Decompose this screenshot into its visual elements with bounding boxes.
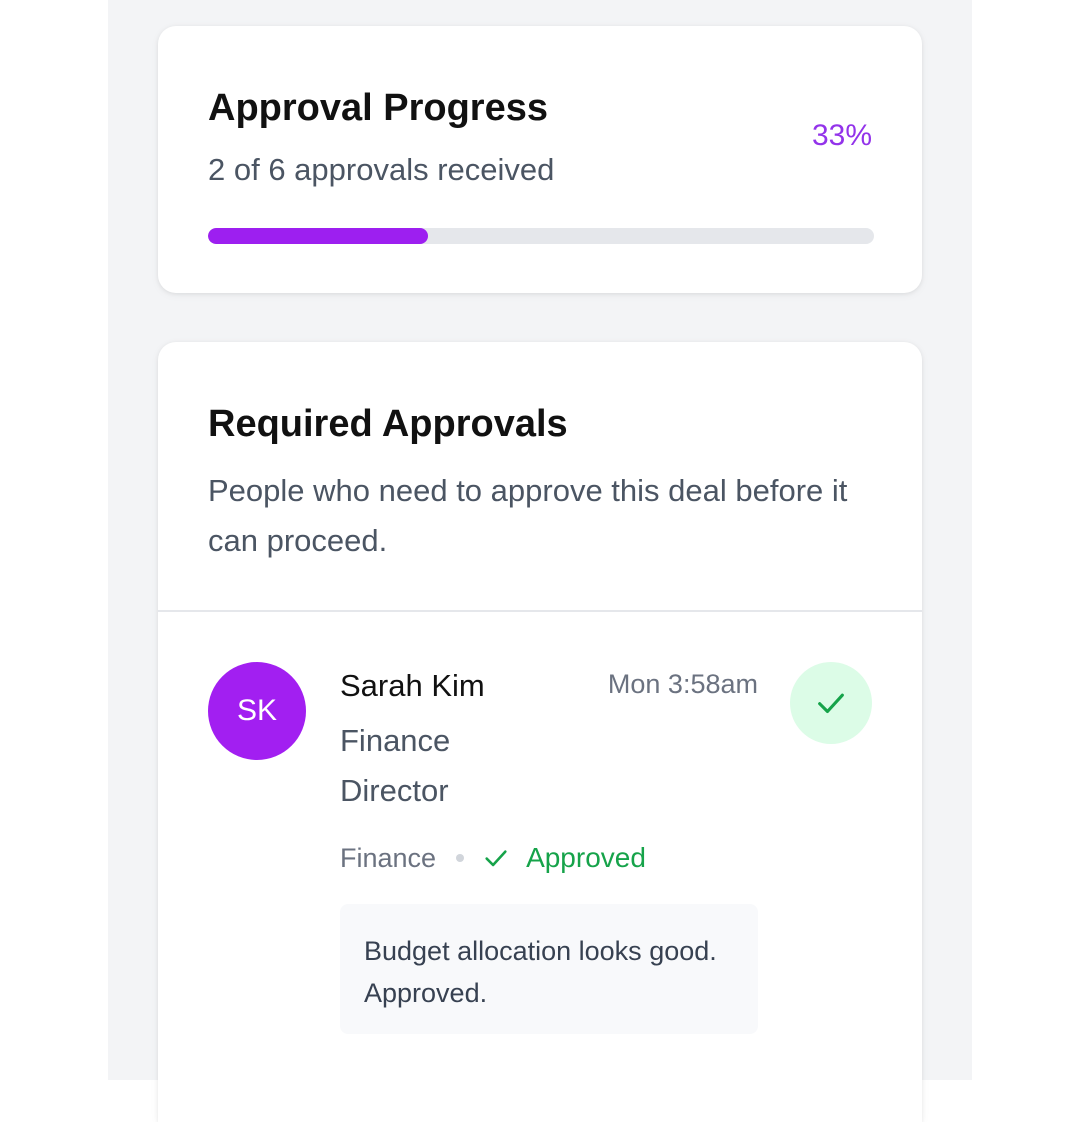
check-icon [482, 844, 510, 872]
approvals-description: People who need to approve this deal bef… [208, 473, 848, 558]
approved-status-icon [790, 662, 872, 744]
approvals-title: Required Approvals [208, 403, 568, 445]
status-badge: Approved [526, 842, 646, 873]
progress-bar [208, 228, 874, 244]
check-icon [818, 693, 844, 714]
progress-bar-fill [208, 228, 428, 244]
progress-title: Approval Progress [208, 87, 548, 129]
approver-meta: Finance Approved [340, 838, 646, 878]
approval-progress-card: Approval Progress 2 of 6 approvals recei… [158, 26, 922, 293]
department-label: Finance [340, 842, 437, 873]
progress-subtitle: 2 of 6 approvals received [208, 152, 555, 187]
progress-percent: 33% [811, 119, 872, 152]
approval-timestamp: Mon 3:58am [607, 669, 758, 699]
approver-role: Finance Director [340, 723, 451, 808]
separator-dot [456, 854, 465, 862]
required-approvals-card: Required Approvals People who need to ap… [158, 342, 922, 1122]
avatar: SK [208, 662, 306, 760]
approver-name: Sarah Kim [340, 668, 485, 703]
page-background: Approval Progress 2 of 6 approvals recei… [108, 0, 972, 1122]
approver-item[interactable]: SK Sarah Kim Finance Director Mon 3:58am… [158, 612, 922, 1052]
approval-comment: Budget allocation looks good. Approved. [340, 904, 758, 1034]
